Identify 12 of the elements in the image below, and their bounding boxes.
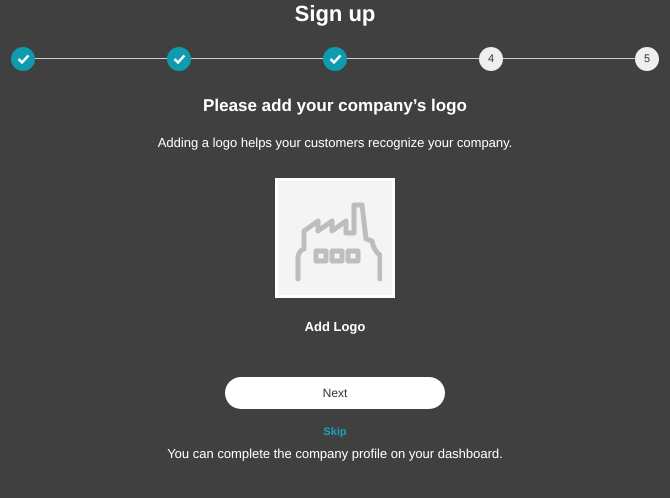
logo-label: Add Logo (304, 318, 366, 336)
check-icon (328, 54, 342, 64)
step-number: 5 (635, 47, 659, 71)
logo-upload-button[interactable] (275, 178, 395, 298)
section-heading: Please add your company’s logo (203, 95, 467, 117)
check-icon (16, 54, 30, 64)
check-icon (172, 54, 186, 64)
page-title: Sign up (294, 1, 376, 27)
description-text: Adding a logo helps your customers recognize your company. (158, 134, 512, 152)
footer-note: You can complete the company profile on your dashboard. (167, 445, 503, 463)
step-number: 4 (479, 47, 503, 71)
next-button[interactable]: Next (225, 376, 445, 408)
